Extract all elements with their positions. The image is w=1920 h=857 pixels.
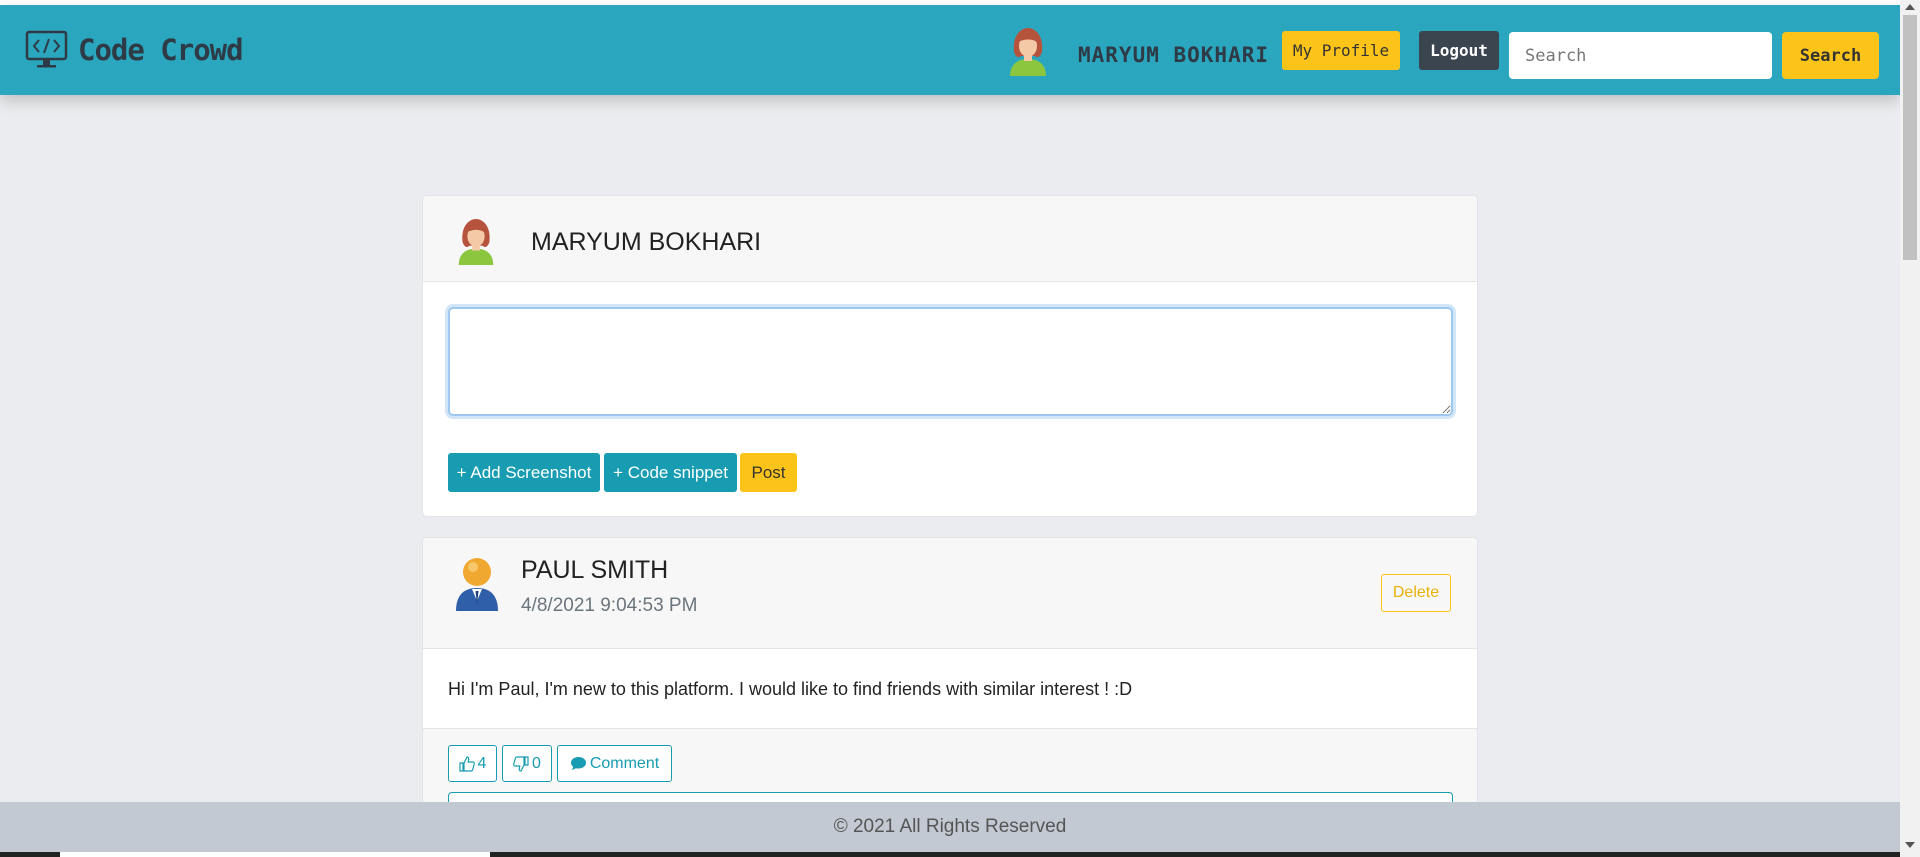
my-profile-button[interactable]: My Profile xyxy=(1282,31,1400,70)
logout-button[interactable]: Logout xyxy=(1419,31,1499,70)
user-avatar[interactable] xyxy=(1004,26,1052,76)
post-timestamp: 4/8/2021 9:04:53 PM xyxy=(521,595,698,616)
delete-post-button[interactable]: Delete xyxy=(1381,574,1451,612)
post-author-avatar xyxy=(454,555,500,611)
code-snippet-button[interactable]: + Code snippet xyxy=(604,453,737,492)
thumbs-down-icon xyxy=(513,755,529,772)
taskbar-strip-highlight xyxy=(60,852,490,857)
search-input[interactable] xyxy=(1509,32,1772,79)
like-count: 4 xyxy=(477,754,487,772)
compose-author-name: MARYUM BOKHARI xyxy=(531,228,762,256)
page-footer: © 2021 All Rights Reserved xyxy=(0,802,1900,852)
search-button[interactable]: Search xyxy=(1782,32,1879,79)
comment-button[interactable]: Comment xyxy=(557,745,672,782)
post-text: Hi I'm Paul, I'm new to this platform. I… xyxy=(448,679,1133,699)
brand-name: Code Crowd xyxy=(78,33,244,67)
speech-bubble-icon xyxy=(570,756,587,771)
post-button[interactable]: Post xyxy=(740,453,797,492)
scroll-up-arrow-icon[interactable] xyxy=(1905,4,1915,10)
add-screenshot-button[interactable]: + Add Screenshot xyxy=(448,453,600,492)
post-author-name: PAUL SMITH xyxy=(521,556,669,584)
dislike-count: 0 xyxy=(532,754,541,772)
thumbs-up-icon xyxy=(458,755,475,772)
post-header: PAUL SMITH 4/8/2021 9:04:53 PM Delete xyxy=(423,538,1477,649)
copyright-text: © 2021 All Rights Reserved xyxy=(833,816,1067,837)
scroll-down-arrow-icon[interactable] xyxy=(1905,842,1915,848)
dislike-button[interactable]: 0 xyxy=(502,745,552,782)
like-button[interactable]: 4 xyxy=(448,745,497,782)
post-body: Hi I'm Paul, I'm new to this platform. I… xyxy=(423,649,1477,729)
compose-header: MARYUM BOKHARI xyxy=(423,196,1477,282)
post-textarea[interactable] xyxy=(448,307,1453,416)
comment-label: Comment xyxy=(589,754,660,772)
brand[interactable]: Code Crowd xyxy=(25,30,244,70)
scrollbar-thumb[interactable] xyxy=(1903,15,1917,260)
navbar-username: MARYUM BOKHARI xyxy=(1078,43,1270,67)
top-navbar: Code Crowd MARYUM BOKHARI My Profile Log… xyxy=(0,5,1900,95)
code-monitor-icon xyxy=(25,30,68,70)
compose-post-card: MARYUM BOKHARI + Add Screenshot + Code s… xyxy=(422,195,1478,517)
compose-avatar xyxy=(453,217,499,265)
